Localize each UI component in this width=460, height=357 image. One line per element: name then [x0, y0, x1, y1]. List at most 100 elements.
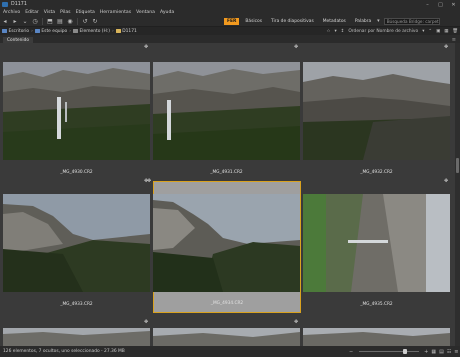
thumbnail-filename: _MG_4933.CR2: [60, 302, 93, 307]
crumb-escritorio[interactable]: Escritorio: [2, 29, 29, 34]
rotate-icon[interactable]: ✥: [144, 319, 148, 325]
rotate-icon[interactable]: ✥: [444, 178, 448, 184]
thumbnail-filename: _MG_4932.CR2: [360, 170, 393, 175]
scrollbar-thumb[interactable]: [456, 158, 459, 173]
layout-icon[interactable]: ▦: [444, 29, 448, 34]
delete-icon[interactable]: 🗑: [452, 29, 458, 34]
photo-portrait: [303, 194, 450, 292]
view-list-icon[interactable]: ≡: [454, 349, 458, 355]
rotate-icon[interactable]: ✥: [144, 44, 148, 50]
menu-etiqueta[interactable]: Etiqueta: [76, 10, 95, 15]
content-grid: ✥ _MG_4930.CR2 ✥ _MG_4931.CR2 ✥ _MG_4932…: [0, 43, 455, 346]
rotate-icon[interactable]: ✥: [294, 319, 298, 325]
rotate-icon[interactable]: ✥: [444, 44, 448, 50]
sort-menu-icon[interactable]: ↕: [341, 29, 345, 34]
thumbnail-size-slider[interactable]: [358, 348, 419, 354]
parent-folder-icon[interactable]: ⌄: [20, 17, 30, 26]
get-photos-icon[interactable]: ⬒: [45, 17, 55, 26]
view-details-icon[interactable]: ☷: [447, 349, 451, 355]
workspace-fer[interactable]: FER: [224, 17, 240, 25]
menu-editar[interactable]: Editar: [25, 10, 39, 15]
rotate-icon[interactable]: ✥: [147, 178, 151, 184]
photo-waterfall: [3, 62, 150, 160]
thumbnail-cell[interactable]: ✥: [153, 319, 300, 346]
crumb-label: D1171: [122, 28, 137, 34]
new-folder-icon[interactable]: ▣: [436, 29, 440, 34]
menu-pilas[interactable]: Pilas: [60, 10, 70, 15]
thumbnail-filename: _MG_4931.CR2: [210, 170, 243, 175]
menu-archivo[interactable]: Archivo: [3, 10, 20, 15]
slider-knob[interactable]: [403, 348, 408, 354]
rotate-left-icon[interactable]: ↺: [80, 17, 90, 26]
photo-valley-selected: [153, 194, 300, 292]
recent-icon[interactable]: ◷: [30, 17, 40, 26]
thumbnail-cell[interactable]: ✥ _MG_4931.CR2: [153, 44, 300, 183]
menu-bar: Archivo Editar Vista Pilas Etiqueta Herr…: [0, 9, 460, 16]
crumb-separator-icon: ›: [69, 28, 72, 34]
sort-chevron-icon[interactable]: ▾: [422, 29, 424, 34]
thumbnail-cell[interactable]: ✥ _MG_4930.CR2: [3, 44, 150, 183]
search-input[interactable]: Búsqueda Bridge: carpeta ...: [383, 17, 440, 25]
toolbar: ◂ ▸ ⌄ ◷ ⬒ ▤ ◉ ↺ ↻ FER Básicos Tira de di…: [0, 16, 460, 27]
crumb-separator-icon: ›: [111, 28, 114, 34]
workspace-palabra[interactable]: Palabra: [352, 18, 374, 25]
status-text: 126 elementos, 7 ocultos, uno selecciona…: [3, 349, 125, 354]
thumbnail-cell-selected[interactable]: ✥ _MG_4934.CR2: [147, 178, 301, 313]
menu-vista[interactable]: Vista: [44, 10, 55, 15]
desktop-icon: [2, 29, 7, 33]
photo-valley: [3, 194, 150, 292]
sort-dropdown[interactable]: Ordenar por Nombre de archivo: [348, 29, 418, 34]
thumbnail-cell[interactable]: ✥ _MG_4932.CR2: [303, 44, 450, 183]
menu-ventana[interactable]: Ventana: [136, 10, 155, 15]
status-bar: 126 elementos, 7 ocultos, uno selecciona…: [0, 346, 460, 357]
vertical-scrollbar[interactable]: [455, 43, 460, 346]
sort-direction-icon[interactable]: ⌃: [428, 29, 432, 34]
grid-lock-icon[interactable]: ▦: [431, 349, 436, 355]
thumbnail-cell[interactable]: ✥ _MG_4935.CR2: [303, 178, 450, 313]
crumb-elemento[interactable]: Elemento (H:): [73, 29, 110, 34]
menu-ayuda[interactable]: Ayuda: [160, 10, 174, 15]
window-title: D1171: [11, 2, 27, 7]
toolbar-divider: [42, 17, 43, 25]
forward-icon[interactable]: ▸: [10, 17, 20, 26]
thumbnail-filename: _MG_4930.CR2: [60, 170, 93, 175]
photo-waterfall: [153, 62, 300, 160]
title-bar: D1171 – □ ✕: [0, 0, 460, 9]
thumbnail-zoom: − + ▦ ▤ ☷ ≡: [347, 349, 460, 355]
workspace-more-chevron-icon[interactable]: ▾: [377, 18, 380, 24]
thumbnail-cell[interactable]: ✥ _MG_4933.CR2: [3, 178, 150, 313]
photo-partial: [3, 328, 150, 346]
thumbnail-filename: _MG_4935.CR2: [360, 302, 393, 307]
folder-icon: [115, 29, 121, 33]
path-bar: Escritorio › Este equipo › Elemento (H:)…: [0, 27, 460, 35]
zoom-in-icon[interactable]: +: [424, 349, 428, 355]
zoom-out-icon[interactable]: −: [349, 349, 353, 355]
thumbnail-cell[interactable]: [303, 322, 450, 346]
rotate-icon[interactable]: ✥: [294, 44, 298, 50]
filter-chevron-icon[interactable]: ▾: [334, 29, 336, 34]
maximize-icon[interactable]: □: [434, 0, 447, 9]
refine-icon[interactable]: ▤: [55, 17, 65, 26]
crumb-separator-icon: ›: [31, 28, 33, 34]
photo-partial: [303, 328, 450, 346]
view-thumbnails-icon[interactable]: ▤: [439, 349, 444, 355]
menu-herramientas[interactable]: Herramientas: [100, 10, 131, 15]
thumbnail-filename: _MG_4934.CR2: [210, 301, 244, 306]
open-in-camera-raw-icon[interactable]: ◉: [65, 17, 75, 26]
minimize-icon[interactable]: –: [421, 0, 434, 9]
workspace-tira[interactable]: Tira de diapositivas: [268, 18, 317, 25]
crumb-d1171[interactable]: D1171: [115, 28, 137, 34]
rotate-right-icon[interactable]: ↻: [90, 17, 100, 26]
workspace-metadatos[interactable]: Metadatos: [320, 18, 349, 25]
filter-star-icon[interactable]: ☆: [327, 29, 331, 34]
back-icon[interactable]: ◂: [0, 17, 10, 26]
crumb-este-equipo[interactable]: Este equipo: [34, 29, 67, 34]
panel-tab-strip: Contenido ≡: [0, 35, 460, 43]
photo-partial: [153, 328, 300, 346]
workspace-basicos[interactable]: Básicos: [242, 18, 265, 25]
close-icon[interactable]: ✕: [447, 0, 460, 9]
crumb-label: Elemento (H:): [79, 28, 110, 34]
computer-icon: [34, 29, 40, 33]
thumbnail-cell[interactable]: ✥: [3, 319, 150, 346]
toolbar-divider: [77, 17, 78, 25]
